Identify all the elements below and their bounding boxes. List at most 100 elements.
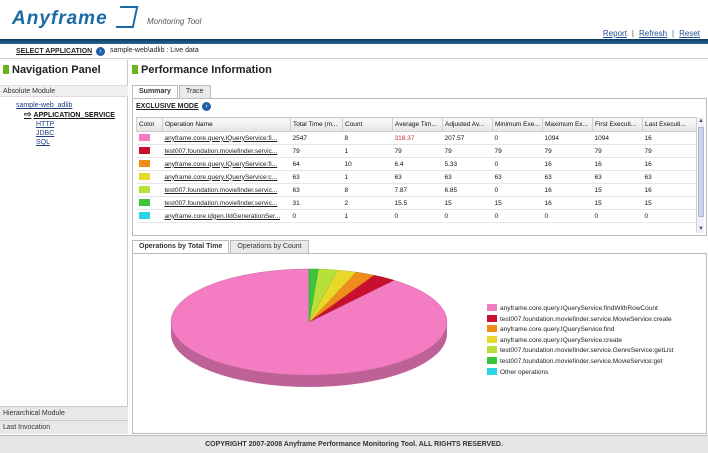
tree-item-http[interactable]: HTTP bbox=[36, 120, 115, 129]
app-header: Anyframe Monitoring Tool Report | Refresh |… bbox=[0, 0, 708, 40]
column-header[interactable]: Average Tim... bbox=[392, 117, 443, 132]
tab-trace[interactable]: Trace bbox=[178, 85, 211, 98]
info-tabs: Summary Trace bbox=[132, 85, 212, 98]
operation-name-link[interactable]: test007.foundation.moviefinder.servic... bbox=[162, 196, 291, 210]
reset-link[interactable]: Reset bbox=[679, 29, 700, 38]
exclusive-mode-link[interactable]: EXCLUSIVE MODE bbox=[136, 103, 199, 110]
operation-name-link[interactable]: anyframe.core.query.IQueryService:fi... bbox=[162, 157, 291, 171]
column-header[interactable]: Minimum Exe... bbox=[492, 117, 543, 132]
chart-legend: anyframe.core.query.IQueryService:findWi… bbox=[487, 304, 673, 378]
column-header[interactable]: Operation Name bbox=[162, 117, 291, 132]
legend-swatch bbox=[487, 335, 497, 343]
table-cell: 0 bbox=[442, 209, 493, 223]
table-cell: 0 bbox=[492, 209, 543, 223]
table-cell: 0 bbox=[290, 209, 343, 223]
table-cell: 16 bbox=[592, 157, 643, 171]
operation-name-link[interactable]: test007.foundation.moviefinder.servic... bbox=[162, 183, 291, 197]
row-color-cell bbox=[136, 196, 163, 210]
hierarchical-module-header[interactable]: Hierarchical Module bbox=[0, 406, 128, 420]
legend-item: anyframe.core.query.IQueryService:create bbox=[487, 335, 673, 347]
table-cell: 207.57 bbox=[442, 131, 493, 145]
column-header[interactable]: Maximum Ex... bbox=[542, 117, 593, 132]
table-cell: 63 bbox=[290, 183, 343, 197]
legend-label: test007.foundation.moviefinder.service.G… bbox=[500, 347, 674, 355]
table-cell: 10 bbox=[342, 157, 393, 171]
tab-operations-by-total-time[interactable]: Operations by Total Time bbox=[132, 240, 230, 253]
operation-name-link[interactable]: test007.foundation.moviefinder.servic... bbox=[162, 144, 291, 158]
table-cell: 79 bbox=[592, 144, 643, 158]
panel-marker-icon bbox=[132, 65, 138, 74]
table-cell: 16 bbox=[542, 157, 593, 171]
table-row[interactable]: anyframe.core.idgen.IIdGenerationSer... 0… bbox=[136, 209, 698, 223]
legend-swatch bbox=[487, 314, 497, 322]
operation-name-link[interactable]: anyframe.core.idgen.IIdGenerationSer... bbox=[162, 209, 291, 223]
go-arrow-icon[interactable]: › bbox=[202, 102, 211, 111]
footer-copyright: COPYRIGHT 2007-2008 Anyframe Performance… bbox=[0, 435, 708, 453]
column-header[interactable]: Count bbox=[342, 117, 393, 132]
legend-item: test007.foundation.moviefinder.service.M… bbox=[487, 356, 673, 368]
tab-operations-by-count[interactable]: Operations by Count bbox=[230, 240, 309, 253]
table-row[interactable]: test007.foundation.moviefinder.servic...… bbox=[136, 196, 698, 210]
select-application-link[interactable]: SELECT APPLICATION bbox=[16, 48, 92, 55]
legend-swatch bbox=[487, 367, 497, 375]
absolute-module-header[interactable]: Absolute Module bbox=[0, 85, 128, 97]
tree-item-jdbc[interactable]: JDBC bbox=[36, 129, 115, 138]
table-cell: 15 bbox=[642, 196, 698, 210]
row-color-cell bbox=[136, 144, 163, 158]
operation-name-link[interactable]: anyframe.core.query.IQueryService:c... bbox=[162, 170, 291, 184]
table-cell: 63 bbox=[492, 170, 543, 184]
table-cell: 0 bbox=[392, 209, 443, 223]
arrow-right-icon: ⇨ bbox=[24, 109, 32, 119]
logo-mark-icon bbox=[115, 6, 139, 28]
table-cell: 1 bbox=[342, 170, 393, 184]
legend-label: Other operations bbox=[500, 368, 549, 376]
table-cell: 16 bbox=[542, 183, 593, 197]
pie-chart bbox=[170, 268, 448, 387]
legend-label: anyframe.core.query.IQueryService:create bbox=[500, 336, 622, 344]
table-row[interactable]: test007.foundation.moviefinder.servic...… bbox=[136, 183, 698, 197]
top-links: Report | Refresh | Reset bbox=[603, 29, 700, 38]
table-cell: 1 bbox=[342, 144, 393, 158]
report-link[interactable]: Report bbox=[603, 29, 627, 38]
table-row[interactable]: anyframe.core.query.IQueryService:fi... 6… bbox=[136, 157, 698, 171]
last-invocation-header[interactable]: Last Invocation bbox=[0, 420, 128, 434]
color-swatch bbox=[138, 186, 150, 194]
tree-item-sql[interactable]: SQL bbox=[36, 138, 115, 147]
table-cell: 2 bbox=[342, 196, 393, 210]
table-row[interactable]: anyframe.core.query.IQueryService:c... 63… bbox=[136, 170, 698, 184]
color-swatch bbox=[138, 212, 150, 220]
column-header[interactable]: Total Time (m... bbox=[290, 117, 343, 132]
column-header[interactable]: Color bbox=[136, 117, 163, 132]
table-cell: 63 bbox=[592, 170, 643, 184]
table-cell: 0 bbox=[492, 183, 543, 197]
operation-name-link[interactable]: anyframe.core.query.IQueryService:fi... bbox=[162, 131, 291, 145]
anyframe-logo: Anyframe bbox=[12, 8, 108, 29]
refresh-link[interactable]: Refresh bbox=[639, 29, 667, 38]
go-arrow-icon[interactable]: › bbox=[96, 47, 105, 56]
table-cell: 6.4 bbox=[392, 157, 443, 171]
table-cell: 0 bbox=[492, 157, 543, 171]
table-scrollbar[interactable]: ▲ ▼ bbox=[696, 117, 704, 233]
table-cell: 0 bbox=[542, 209, 593, 223]
tree-item-application-service[interactable]: ⇨ APPLICATION_SERVICE bbox=[24, 110, 115, 120]
column-header[interactable]: First Executi... bbox=[592, 117, 643, 132]
column-header[interactable]: Adjusted Av... bbox=[442, 117, 493, 132]
row-color-cell bbox=[136, 183, 163, 197]
column-header[interactable]: Last Executi... bbox=[642, 117, 698, 132]
tab-summary[interactable]: Summary bbox=[132, 85, 178, 98]
scroll-down-icon[interactable]: ▼ bbox=[697, 225, 705, 233]
scroll-up-icon[interactable]: ▲ bbox=[697, 117, 705, 125]
module-tree: sample-web_adlib ⇨ APPLICATION_SERVICE HT… bbox=[16, 101, 115, 147]
table-header-row: Color Operation Name Total Time (m... Count… bbox=[136, 117, 698, 132]
table-cell: 8 bbox=[342, 183, 393, 197]
legend-swatch bbox=[487, 346, 497, 354]
table-cell: 6.85 bbox=[442, 183, 493, 197]
table-cell: 79 bbox=[542, 144, 593, 158]
legend-label: anyframe.core.query.IQueryService:find bbox=[500, 326, 615, 334]
row-color-cell bbox=[136, 131, 163, 145]
scroll-thumb[interactable] bbox=[698, 127, 704, 217]
table-row[interactable]: anyframe.core.query.IQueryService:fi... 2… bbox=[136, 131, 698, 145]
table-row[interactable]: test007.foundation.moviefinder.servic...… bbox=[136, 144, 698, 158]
table-cell: 63 bbox=[442, 170, 493, 184]
table-cell: 79 bbox=[442, 144, 493, 158]
